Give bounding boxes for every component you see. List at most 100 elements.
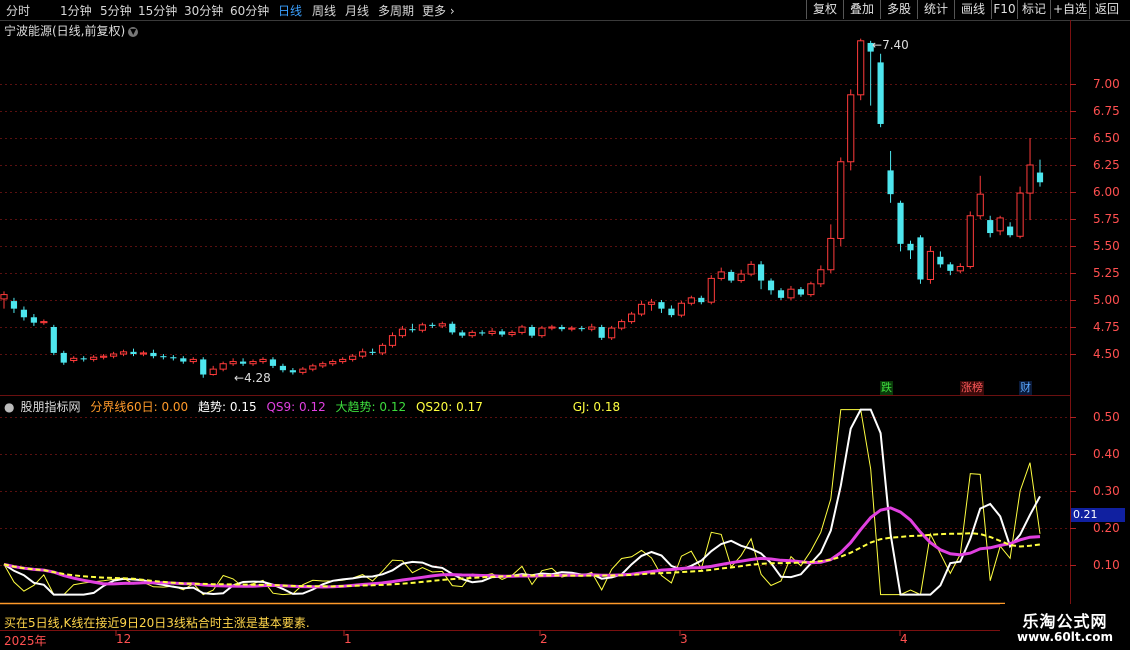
candle-body: [777, 290, 785, 298]
candle-body: [80, 358, 87, 360]
candle-body: [459, 332, 466, 336]
badge-zhangbang[interactable]: 涨榜: [960, 381, 984, 395]
price-tick-label: 6.50: [1093, 130, 1120, 145]
watermark: 乐淘公式网 www.60lt.com: [1000, 604, 1130, 650]
candle-body: [418, 324, 426, 331]
candle-body: [728, 271, 735, 281]
candle-body: [518, 326, 526, 333]
candle-body: [449, 323, 456, 333]
candle-body: [558, 327, 565, 330]
candle-body: [10, 301, 18, 309]
time-label-2: 2: [540, 632, 548, 646]
time-label-1: 1: [344, 632, 352, 646]
gj-value: GJ: 0.18: [572, 400, 621, 414]
qu-shi-value: 0.15: [229, 400, 257, 414]
candle-body: [498, 331, 506, 335]
indicator-tick-label: 0.50: [1093, 409, 1120, 424]
candle-body: [937, 256, 944, 265]
candle-body: [139, 352, 148, 355]
candle-body: [538, 327, 546, 337]
high-price-label: ←7.40: [872, 38, 909, 52]
badge-cai[interactable]: 财: [1019, 381, 1032, 395]
candle-body: [588, 326, 596, 330]
candle-body: [817, 269, 825, 285]
price-tick-label: 6.00: [1093, 184, 1120, 199]
candle-body: [1036, 172, 1044, 183]
candle-body: [289, 370, 296, 373]
candle-body: [388, 335, 397, 346]
candle-body: [887, 170, 894, 195]
candle-body: [90, 356, 98, 360]
candle-body: [508, 331, 516, 336]
candle-body: [1026, 164, 1034, 194]
price-tick-label: 5.00: [1093, 292, 1120, 307]
candle-body: [677, 302, 685, 316]
candle-body: [269, 359, 277, 366]
candle-body: [209, 368, 217, 376]
indicator-tick-label: 0.10: [1093, 557, 1120, 572]
candle-body: [698, 297, 705, 303]
candle-body: [40, 321, 48, 324]
qs20-line: [3, 532, 1041, 588]
candle-body: [598, 327, 605, 338]
price-tick-label: 6.75: [1093, 103, 1120, 118]
price-tick-label: 7.00: [1093, 76, 1120, 91]
candle-body: [100, 355, 108, 358]
watermark-title: 乐淘公式网: [1022, 612, 1108, 631]
candle-body: [747, 263, 755, 275]
candle-body: [987, 220, 994, 234]
gj-line: [3, 409, 1041, 596]
candle-body: [359, 351, 367, 357]
time-label-2025: 2025年: [4, 634, 47, 648]
badge-die[interactable]: 跌: [880, 381, 893, 395]
candle-body: [60, 352, 67, 363]
candle-body: [548, 326, 556, 329]
indicator-toggle-icon[interactable]: ●: [4, 400, 14, 414]
candle-body: [687, 297, 695, 304]
da-qu-shi-value: 大趋势: 0.12: [335, 400, 407, 414]
time-label-12: 12: [116, 632, 132, 646]
candle-body: [917, 237, 924, 280]
candle-body: [956, 266, 964, 272]
candle-body: [349, 355, 357, 360]
candle-body: [757, 264, 765, 281]
indicator-name: 股朋指标网: [20, 400, 81, 414]
candle-body: [468, 331, 476, 337]
candle-body: [767, 280, 775, 291]
candle-body: [737, 273, 745, 282]
time-label-3: 3: [680, 632, 688, 646]
candle-body: [966, 215, 974, 268]
candle-body: [568, 327, 576, 330]
candle-body: [707, 277, 715, 303]
candle-body: [608, 327, 616, 339]
candle-body: [807, 283, 815, 296]
candle-body: [787, 288, 795, 299]
qu-shi-label: 趋势:: [198, 400, 227, 414]
candle-body: [658, 302, 665, 309]
candle-body: [897, 202, 904, 244]
candle-body: [170, 357, 177, 359]
price-tick-label: 5.75: [1093, 211, 1120, 226]
candle-body: [479, 332, 486, 334]
candle-body: [329, 361, 337, 365]
candle-body: [647, 301, 656, 305]
candle-body: [488, 330, 496, 334]
candle-body: [847, 94, 855, 163]
qs9-line: [3, 506, 1041, 589]
candle-body: [20, 309, 28, 318]
candle-body: [409, 329, 416, 331]
price-tick-label: 4.50: [1093, 346, 1120, 361]
candle-body: [279, 365, 287, 371]
candle-body: [996, 217, 1004, 232]
candle-body: [249, 361, 257, 365]
candle-body: [877, 62, 884, 124]
candle-body: [907, 243, 914, 251]
candle-body: [239, 361, 247, 364]
kline-chart[interactable]: [0, 0, 1130, 650]
candle-body: [130, 351, 137, 354]
indicator-legend: ● 股朋指标网 分界线60日: 0.00 趋势: 0.15 QS9: 0.12 大…: [4, 398, 626, 415]
candle-body: [618, 321, 626, 329]
candle-body: [398, 328, 407, 337]
candle-body: [1016, 192, 1024, 237]
candle-body: [30, 317, 37, 323]
